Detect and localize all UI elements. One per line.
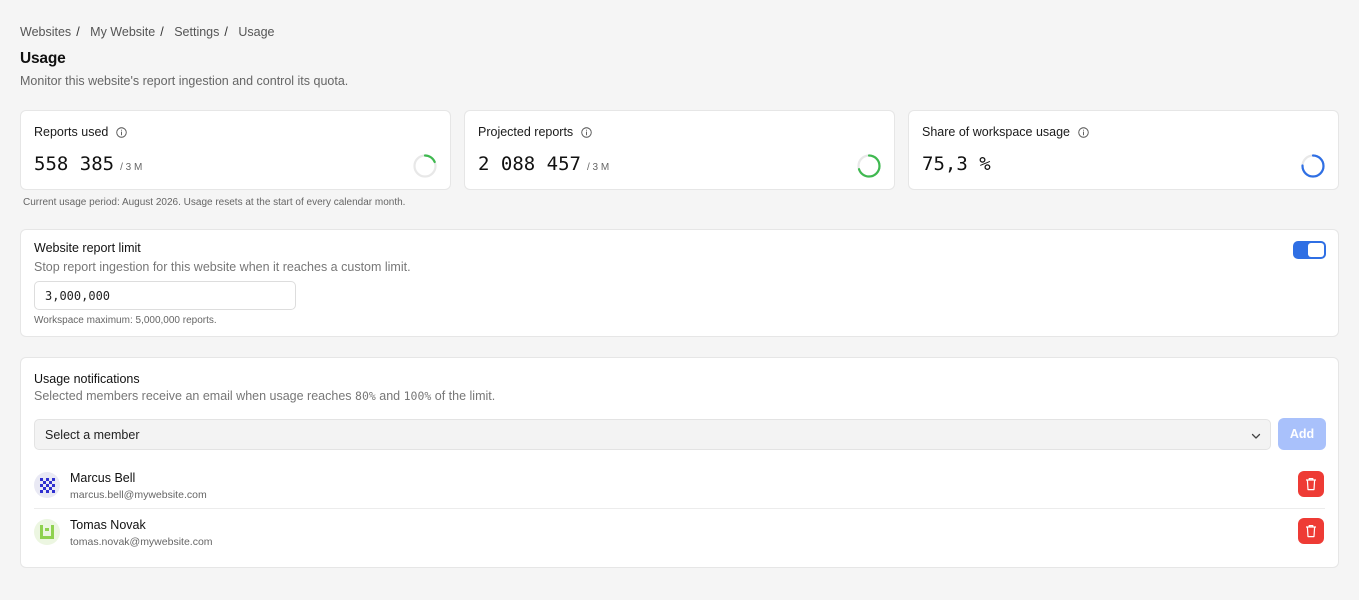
- info-icon[interactable]: [116, 126, 128, 138]
- stat-label: Projected reports: [478, 125, 574, 139]
- limit-description: Stop report ingestion for this website w…: [34, 260, 411, 274]
- breadcrumb-usage: Usage: [238, 25, 275, 39]
- avatar: [34, 472, 60, 498]
- page-subtitle: Monitor this website's report ingestion …: [20, 74, 349, 88]
- member-email: tomas.novak@mywebsite.com: [70, 536, 213, 548]
- stat-value-wrap: 2 088 457 / 3 M: [478, 153, 609, 175]
- info-icon[interactable]: [1078, 126, 1089, 138]
- breadcrumb-separator: /: [76, 25, 80, 39]
- website-report-limit-card: Website report limit Stop report ingesti…: [20, 229, 1339, 337]
- stat-card-projected-reports: Projected reports 2 088 457 / 3 M: [464, 110, 895, 190]
- breadcrumb-websites[interactable]: Websites: [20, 25, 71, 39]
- limit-toggle[interactable]: [1293, 241, 1326, 259]
- progress-ring: [1301, 154, 1325, 178]
- notifications-description-text: and: [375, 389, 404, 403]
- avatar: [34, 519, 60, 545]
- member-name: Tomas Novak: [70, 518, 146, 532]
- member-select-value: Select a member: [45, 428, 140, 442]
- workspace-maximum-hint: Workspace maximum: 5,000,000 reports.: [34, 315, 217, 326]
- page-title: Usage: [20, 50, 66, 67]
- usage-period-note: Current usage period: August 2026. Usage…: [23, 197, 406, 208]
- remove-member-button[interactable]: [1298, 518, 1324, 544]
- member-select[interactable]: Select a member: [34, 419, 1271, 450]
- info-icon[interactable]: [581, 126, 592, 138]
- stat-value-wrap: 75,3 %: [922, 153, 991, 175]
- stat-value-wrap: 558 385 / 3 M: [34, 153, 142, 175]
- stat-label: Share of workspace usage: [922, 125, 1071, 139]
- stat-card-workspace-share: Share of workspace usage 75,3 %: [908, 110, 1339, 190]
- stat-label-wrap: Reports used: [34, 125, 128, 139]
- breadcrumb-separator: /: [224, 25, 228, 39]
- breadcrumb-my-website[interactable]: My Website: [90, 25, 155, 39]
- member-name: Marcus Bell: [70, 471, 136, 485]
- stat-label-wrap: Share of workspace usage: [922, 125, 1089, 139]
- notifications-description: Selected members receive an email when u…: [34, 389, 495, 403]
- stat-card-reports-used: Reports used 558 385 / 3 M: [20, 110, 451, 190]
- notifications-description-text: Selected members receive an email when u…: [34, 389, 356, 403]
- stat-value: 558 385: [34, 153, 115, 175]
- notifications-description-text: of the limit.: [431, 389, 496, 403]
- stat-value: 2 088 457: [478, 153, 581, 175]
- breadcrumb-separator: /: [160, 25, 164, 39]
- progress-ring: [857, 154, 881, 178]
- add-member-button[interactable]: Add: [1278, 418, 1326, 450]
- notifications-title: Usage notifications: [34, 372, 140, 386]
- member-row-marcus-bell: Marcus Bell marcus.bell@mywebsite.com: [21, 462, 1340, 508]
- member-email: marcus.bell@mywebsite.com: [70, 489, 207, 501]
- report-limit-input[interactable]: [34, 281, 296, 310]
- chevron-down-icon: [1251, 433, 1261, 439]
- stat-label-wrap: Projected reports: [478, 125, 592, 139]
- member-row-tomas-novak: Tomas Novak tomas.novak@mywebsite.com: [21, 509, 1340, 555]
- usage-notifications-card: Usage notifications Selected members rec…: [20, 357, 1339, 568]
- limit-title: Website report limit: [34, 241, 141, 255]
- stat-suffix: / 3 M: [586, 162, 610, 173]
- trash-icon: [1306, 478, 1316, 491]
- trash-icon: [1306, 525, 1316, 538]
- threshold-80: 80%: [355, 389, 376, 403]
- stat-label: Reports used: [34, 125, 109, 139]
- stat-suffix: / 3 M: [120, 162, 143, 173]
- threshold-100: 100%: [403, 389, 432, 403]
- remove-member-button[interactable]: [1298, 471, 1324, 497]
- stat-value: 75,3 %: [922, 153, 991, 175]
- breadcrumb: Websites / My Website / Settings / Usage: [20, 25, 274, 39]
- toggle-knob: [1308, 243, 1324, 257]
- progress-ring: [413, 154, 437, 178]
- breadcrumb-settings[interactable]: Settings: [174, 25, 219, 39]
